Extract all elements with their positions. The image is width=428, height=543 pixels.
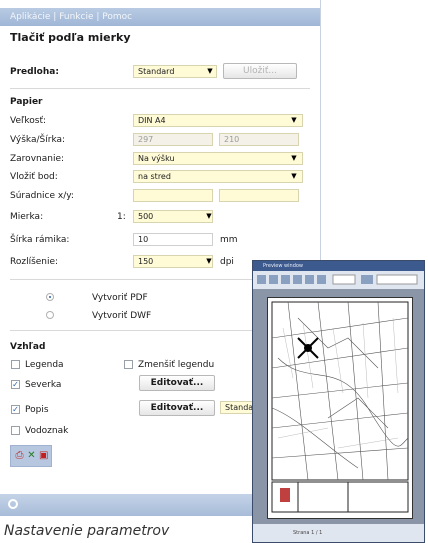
dpi-unit: dpi [220,257,234,267]
mm-unit: mm [220,235,238,245]
pdf-icon[interactable]: ▣ [39,450,48,462]
pdf-radio[interactable] [46,293,54,301]
chevron-down-icon[interactable]: ▼ [204,255,214,268]
rozlisenie-select[interactable]: 150 [133,255,213,268]
excel-icon[interactable]: ✕ [27,450,36,462]
preview-toolbar [253,271,424,289]
severka-label: Severka [25,380,62,390]
preview-body [253,289,424,526]
vlozit-bod-label: Vložiť bod: [10,172,58,182]
zmensit-legendu-label: Zmenšiť legendu [138,360,215,370]
preview-title: Preview window [253,261,424,271]
toolbar-icons[interactable] [253,271,423,289]
dwf-label: Vytvoriť DWF [92,311,152,321]
velkost-label: Veľkosť: [10,116,47,126]
menu-aplikacie[interactable]: Aplikácie [10,12,50,22]
edit-severka-button[interactable]: Editovať... [139,375,215,391]
caption: Nastavenie parametrov [4,523,170,539]
suradnice-label: Súradnice x/y: [10,191,74,201]
velkost-select[interactable]: DIN A4 [133,114,303,127]
legenda-label: Legenda [25,360,64,370]
export-toolbar: ⎙ ✕ ▣ [10,445,52,467]
vzhlad-heading: Vzhľad [10,342,46,352]
menu-bar: Aplikácie | Funkcie | Pomoc [0,8,320,26]
vlozit-bod-select[interactable]: na stred [133,170,303,183]
popis-checkbox[interactable]: ✓ [11,405,20,414]
divider [10,88,310,89]
print-icon[interactable]: ⎙ [15,450,24,462]
suradnice-y-field[interactable] [219,189,299,202]
suradnice-x-field[interactable] [133,189,213,202]
zarovnanie-select[interactable]: Na výšku [133,152,303,165]
popis-template-select[interactable]: Standa [220,401,255,414]
zarovnanie-label: Zarovnanie: [10,154,65,164]
preview-window: Preview window Strana 1 / 1 [252,260,425,543]
vyska-field[interactable]: 297 [133,133,213,146]
menu-pomoc[interactable]: Pomoc [102,12,132,22]
chevron-down-icon[interactable]: ▼ [289,170,299,183]
mierka-label: Mierka: [10,212,44,222]
panel-title: Tlačiť podľa mierky [10,31,131,44]
preview-footer: Strana 1 / 1 [253,524,424,542]
severka-checkbox[interactable]: ✓ [11,380,20,389]
menu-funkcie[interactable]: Funkcie [59,12,93,22]
sirka-ramika-field[interactable]: 10 [133,233,213,246]
sirka-field[interactable]: 210 [219,133,299,146]
popis-label: Popis [25,405,49,415]
rozlisenie-label: Rozlíšenie: [10,257,59,267]
cadastral-map [271,301,409,513]
chevron-down-icon[interactable]: ▼ [205,65,215,78]
ulozit-button[interactable]: Uložiť... [223,63,297,79]
papier-heading: Papier [10,97,43,107]
legenda-checkbox[interactable] [11,360,20,369]
vodoznak-checkbox[interactable] [11,426,20,435]
vodoznak-label: Vodoznak [25,426,69,436]
vyska-sirka-label: Výška/Šírka: [10,135,66,145]
dwf-radio[interactable] [46,311,54,319]
chevron-down-icon[interactable]: ▼ [204,210,214,223]
chevron-down-icon[interactable]: ▼ [289,114,299,127]
mierka-select[interactable]: 500 [133,210,213,223]
zmensit-legendu-checkbox[interactable] [124,360,133,369]
chevron-down-icon[interactable]: ▼ [289,152,299,165]
mierka-prefix: 1: [117,212,126,222]
sirka-ramika-label: Šírka rámika: [10,235,70,245]
settings-icon[interactable] [8,499,18,509]
pdf-label: Vytvoriť PDF [92,293,148,303]
predloha-label: Predloha: [10,67,59,77]
edit-popis-button[interactable]: Editovať... [139,400,215,416]
preview-page [267,297,413,519]
